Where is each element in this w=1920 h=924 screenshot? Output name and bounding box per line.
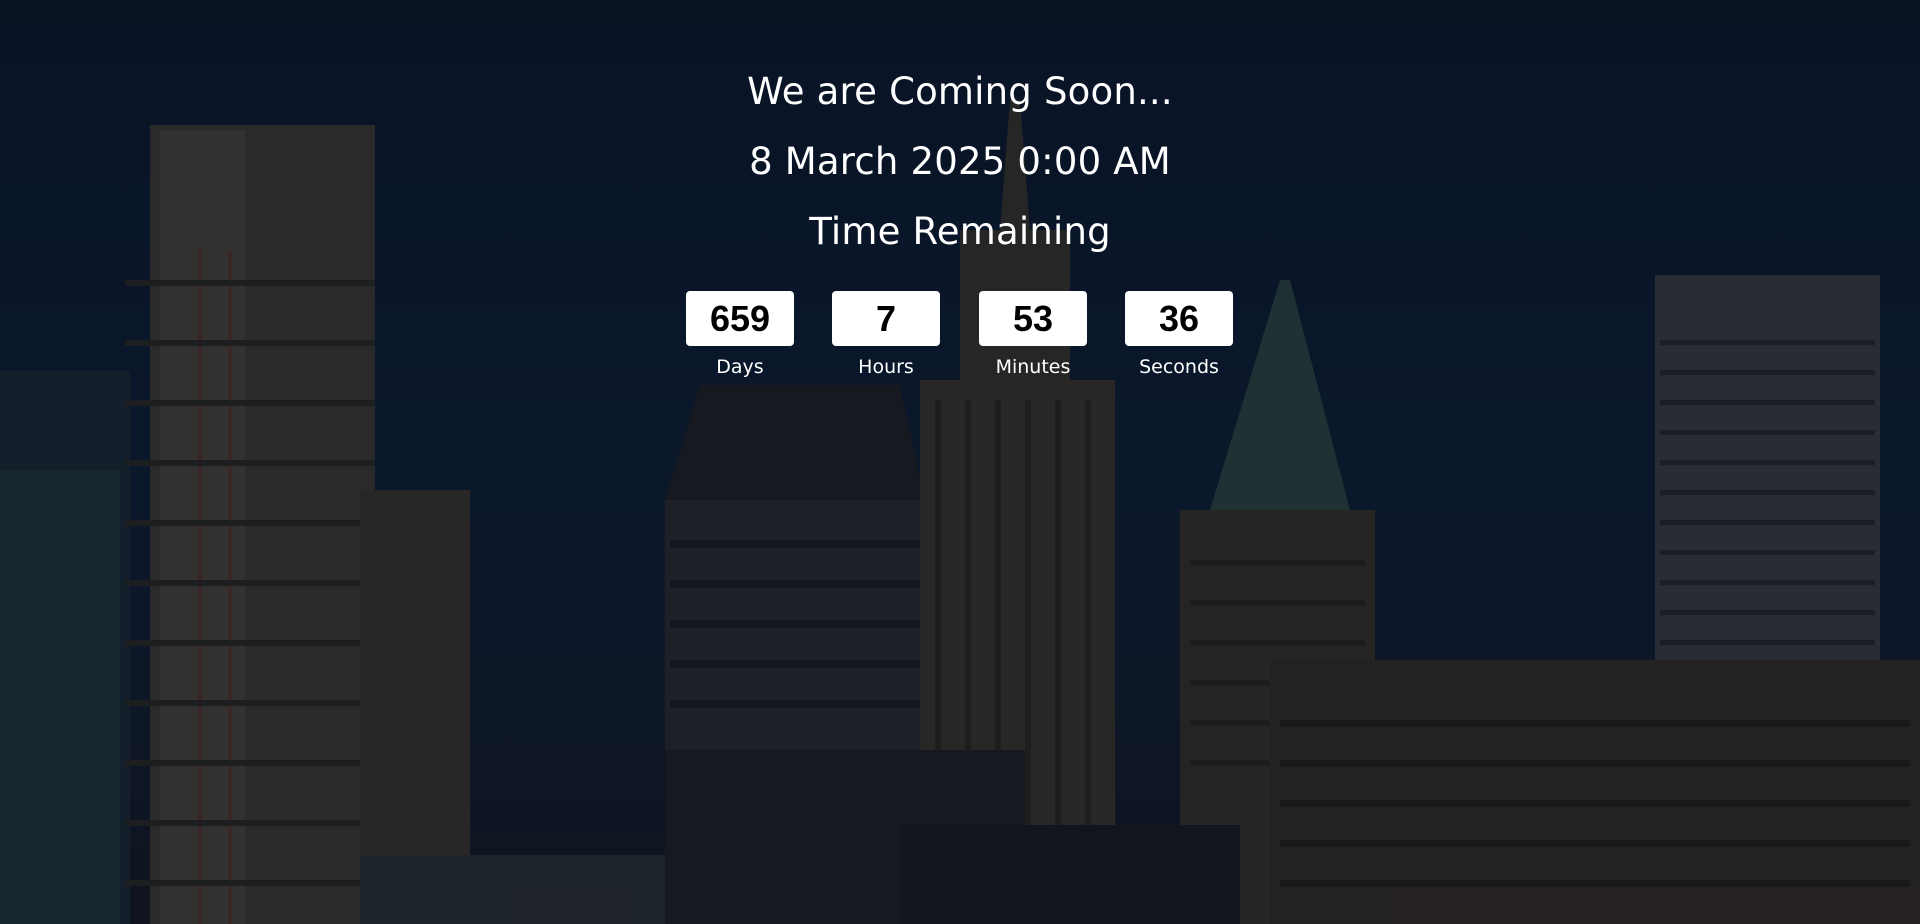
countdown-seconds: 36 Seconds (1124, 291, 1234, 378)
hours-label: Hours (858, 356, 914, 378)
minutes-value: 53 (979, 291, 1087, 346)
hours-value: 7 (832, 291, 940, 346)
countdown-days: 659 Days (685, 291, 795, 378)
days-value: 659 (686, 291, 794, 346)
countdown-hours: 7 Hours (831, 291, 941, 378)
countdown-minutes: 53 Minutes (978, 291, 1088, 378)
minutes-label: Minutes (995, 356, 1071, 378)
launch-date: 8 March 2025 0:00 AM (749, 140, 1171, 183)
coming-soon-title: We are Coming Soon... (747, 70, 1173, 113)
seconds-label: Seconds (1139, 356, 1219, 378)
dark-overlay (0, 0, 1920, 924)
days-label: Days (716, 356, 764, 378)
coming-soon-page: We are Coming Soon... 8 March 2025 0:00 … (0, 0, 1920, 924)
seconds-value: 36 (1125, 291, 1233, 346)
time-remaining-heading: Time Remaining (809, 210, 1111, 253)
countdown-timer: 659 Days 7 Hours 53 Minutes 36 Seconds (685, 291, 1235, 391)
